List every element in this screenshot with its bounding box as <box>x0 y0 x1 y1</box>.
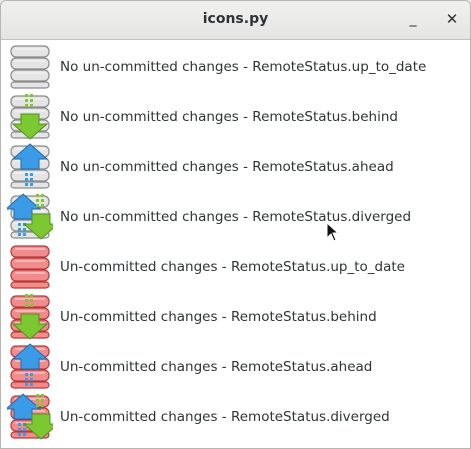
list-item[interactable]: Un-committed changes - RemoteStatus.ahea… <box>1 342 470 392</box>
list-item-label: Un-committed changes - RemoteStatus.ahea… <box>60 359 373 375</box>
minimize-button[interactable]: _ <box>403 9 423 29</box>
list-item-label: No un-committed changes - RemoteStatus.u… <box>60 59 427 75</box>
list-item[interactable]: No un-committed changes - RemoteStatus.a… <box>1 142 470 192</box>
window-title: icons.py <box>202 11 269 27</box>
list-item-label: Un-committed changes - RemoteStatus.behi… <box>60 309 377 325</box>
database-clean-ahead-icon <box>10 143 50 189</box>
database-clean-behind-icon <box>10 94 50 140</box>
list-item[interactable]: No un-committed changes - RemoteStatus.b… <box>1 92 470 142</box>
database-dirty-diverged-icon <box>7 393 53 440</box>
icon-list: No un-committed changes - RemoteStatus.u… <box>1 42 470 442</box>
list-item[interactable]: Un-committed changes - RemoteStatus.up_t… <box>1 242 470 292</box>
mouse-pointer-icon <box>326 222 340 242</box>
database-clean-icon <box>10 45 50 89</box>
list-item-label: No un-committed changes - RemoteStatus.a… <box>60 159 394 175</box>
close-button[interactable]: ✕ <box>442 9 462 29</box>
database-dirty-ahead-icon <box>10 343 50 389</box>
app-window: icons.py _ ✕ No un-committed changes - R… <box>0 0 471 449</box>
database-dirty-behind-icon <box>10 294 50 340</box>
list-item[interactable]: No un-committed changes - RemoteStatus.u… <box>1 42 470 92</box>
title-bar[interactable]: icons.py _ ✕ <box>1 1 470 40</box>
list-item-label: Un-committed changes - RemoteStatus.dive… <box>60 409 390 425</box>
database-dirty-icon <box>10 245 50 289</box>
list-item-label: No un-committed changes - RemoteStatus.b… <box>60 109 398 125</box>
database-clean-diverged-icon <box>7 193 53 240</box>
list-item[interactable]: Un-committed changes - RemoteStatus.dive… <box>1 392 470 442</box>
list-item-label: No un-committed changes - RemoteStatus.d… <box>60 209 412 225</box>
list-item-label: Un-committed changes - RemoteStatus.up_t… <box>60 259 405 275</box>
list-item[interactable]: Un-committed changes - RemoteStatus.behi… <box>1 292 470 342</box>
list-item[interactable]: No un-committed changes - RemoteStatus.d… <box>1 192 470 242</box>
